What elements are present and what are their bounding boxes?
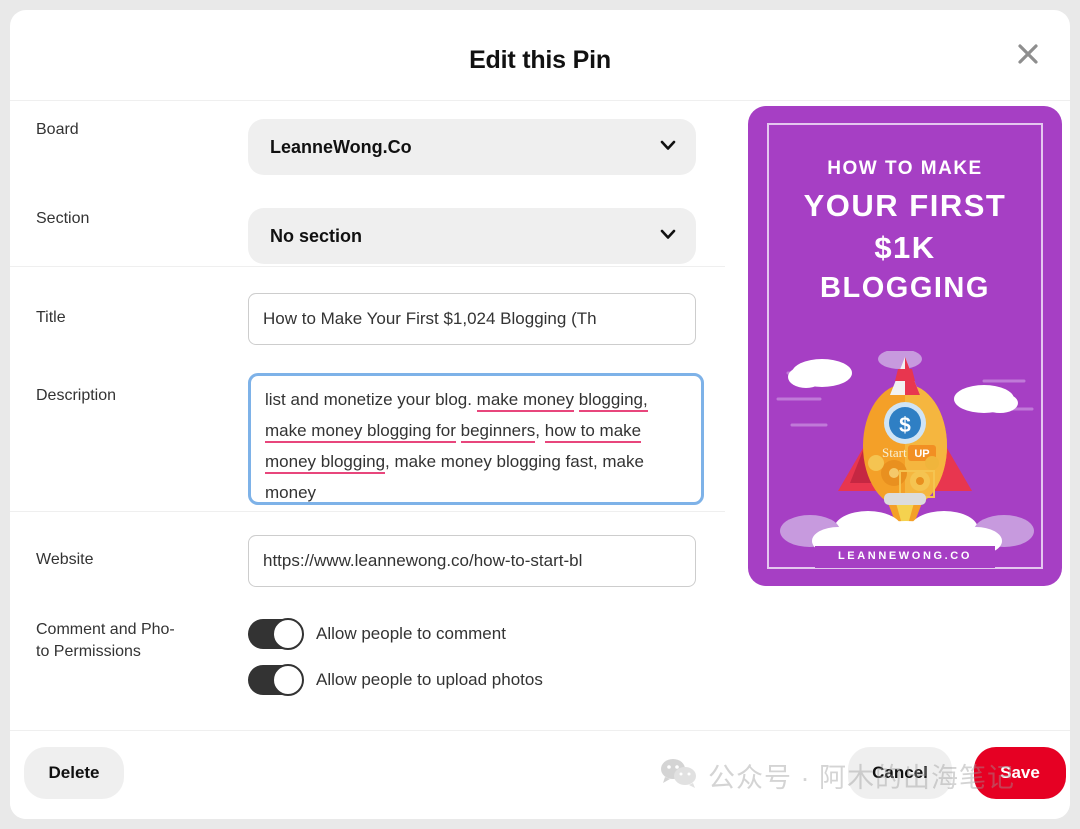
- title-input[interactable]: How to Make Your First $1,024 Blogging (…: [248, 293, 696, 345]
- svg-text:$: $: [899, 414, 911, 437]
- website-input[interactable]: https://www.leannewong.co/how-to-start-b…: [248, 535, 696, 587]
- delete-button[interactable]: Delete: [24, 747, 124, 799]
- save-button[interactable]: Save: [974, 747, 1066, 799]
- dialog-body: Board LeanneWong.Co Section No section T…: [10, 101, 1070, 731]
- dialog-header: Edit this Pin: [10, 10, 1070, 101]
- form-divider-1: [10, 266, 725, 267]
- website-row: Website https://www.leannewong.co/how-to…: [10, 535, 738, 587]
- permissions-toggles: Allow people to comment Allow people to …: [248, 618, 543, 711]
- pin-headline: HOW TO MAKE YOUR FIRST $1K BLOGGING: [748, 158, 1062, 305]
- chevron-down-icon: [658, 135, 678, 160]
- form-column: Board LeanneWong.Co Section No section T…: [10, 101, 738, 731]
- allow-upload-row: Allow people to upload photos: [248, 664, 543, 696]
- description-spellcheck-4: beginners: [460, 421, 536, 443]
- pin-preview-column: HOW TO MAKE YOUR FIRST $1K BLOGGING $ St…: [739, 101, 1070, 731]
- title-row: Title How to Make Your First $1,024 Blog…: [10, 293, 738, 345]
- page-title: Edit this Pin: [469, 46, 611, 74]
- allow-comment-row: Allow people to comment: [248, 618, 543, 650]
- description-spellcheck-2: blogging,: [578, 390, 648, 412]
- description-row: Description list and monetize your blog.…: [10, 373, 738, 505]
- pin-preview-image[interactable]: HOW TO MAKE YOUR FIRST $1K BLOGGING $ St…: [748, 106, 1062, 586]
- board-select[interactable]: LeanneWong.Co: [248, 119, 696, 175]
- description-spellcheck-3: make money blogging for: [265, 421, 456, 443]
- pin-headline-line3: $1K: [874, 230, 936, 265]
- dialog-footer: Delete Cancel Save: [10, 730, 1070, 819]
- board-row: Board LeanneWong.Co: [10, 119, 738, 175]
- board-value: LeanneWong.Co: [270, 136, 412, 157]
- permissions-label-line1: Comment and Pho-: [36, 621, 175, 638]
- cancel-button[interactable]: Cancel: [848, 747, 952, 799]
- rocket-illustration: $ Start UP: [776, 351, 1034, 551]
- permissions-label-line2: to Permissions: [36, 643, 141, 660]
- pin-headline-line4: BLOGGING: [820, 272, 990, 304]
- section-select[interactable]: No section: [248, 208, 696, 264]
- toggle-knob: [272, 618, 304, 650]
- permissions-row: Comment and Pho- to Permissions Allow pe…: [10, 618, 738, 711]
- description-text-plain: list and monetize your blog.: [265, 390, 477, 409]
- allow-upload-toggle[interactable]: [248, 664, 304, 696]
- pin-badge-start: Start: [882, 445, 907, 460]
- description-spellcheck-1: make money: [476, 390, 574, 412]
- title-label: Title: [36, 309, 66, 326]
- close-icon: [1015, 41, 1041, 67]
- section-row: Section No section: [10, 208, 738, 264]
- description-label: Description: [36, 387, 117, 404]
- description-textarea[interactable]: list and monetize your blog. make money …: [248, 373, 704, 505]
- pin-headline-line1: HOW TO MAKE: [827, 158, 983, 179]
- edit-pin-dialog: Edit this Pin Board LeanneWong.Co Sectio…: [10, 10, 1070, 819]
- allow-comment-toggle[interactable]: [248, 618, 304, 650]
- section-value: No section: [270, 225, 363, 246]
- form-divider-2: [10, 511, 725, 512]
- section-label: Section: [36, 210, 90, 227]
- description-comma-1: ,: [535, 421, 545, 440]
- permissions-label: Comment and Pho- to Permissions: [10, 619, 220, 663]
- description-comma-2: ,: [385, 452, 390, 471]
- allow-comment-label: Allow people to comment: [316, 624, 506, 643]
- close-button[interactable]: [1006, 32, 1050, 76]
- toggle-knob: [272, 664, 304, 696]
- chevron-down-icon: [658, 224, 678, 249]
- board-label: Board: [36, 121, 79, 138]
- pin-headline-line2: YOUR FIRST: [803, 188, 1007, 223]
- website-label: Website: [36, 551, 94, 568]
- pin-footer-text: LEANNEWONG.CO: [837, 550, 973, 562]
- allow-upload-label: Allow people to upload photos: [316, 670, 543, 689]
